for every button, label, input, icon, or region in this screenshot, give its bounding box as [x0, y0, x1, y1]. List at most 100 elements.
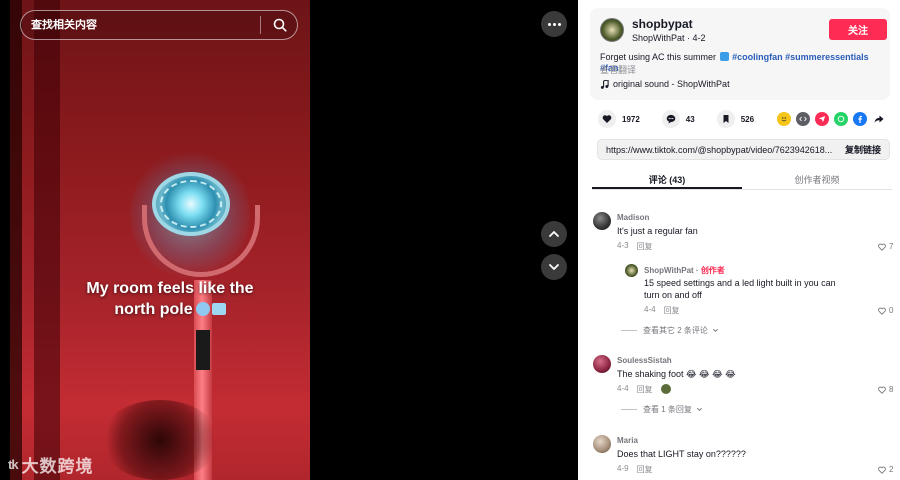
comment-text-line-1: 15 speed settings and a led light built … — [644, 278, 836, 288]
dot-icon — [547, 22, 551, 26]
video-curtain — [34, 0, 60, 480]
video-description: Forget using AC this summer #coolingfan … — [600, 52, 885, 74]
heart-outline-icon — [878, 307, 886, 315]
sound-link[interactable]: original sound - ShopWithPat — [600, 79, 730, 89]
comment-like[interactable]: 8 — [878, 385, 893, 394]
comment-button[interactable] — [661, 110, 680, 128]
description-text: Forget using AC this summer — [600, 52, 717, 62]
reply-button[interactable]: 回复 — [664, 305, 680, 316]
view-more-replies[interactable]: 查看 1 条回复 — [621, 404, 703, 415]
author-username[interactable]: shopbypat — [632, 17, 693, 31]
comment-like[interactable]: 0 — [878, 306, 893, 315]
like-action[interactable]: 1972 — [598, 110, 640, 128]
video-player[interactable]: My room feels like the north pole — [10, 0, 310, 480]
copy-link-button[interactable]: 复制链接 — [845, 143, 881, 156]
comment-text: Does that LIGHT stay on?????? — [617, 449, 746, 459]
heart-outline-icon — [878, 466, 886, 474]
tab-comments[interactable]: 评论 (43) — [592, 168, 742, 189]
comment-meta: 4-9 回复 — [617, 464, 653, 475]
comment-action[interactable]: 43 — [661, 110, 695, 128]
send-icon[interactable] — [815, 112, 829, 126]
comment-icon — [666, 114, 676, 124]
translate-link[interactable]: 查看翻译 — [600, 63, 636, 76]
bookmark-icon — [723, 115, 729, 123]
like-count: 1972 — [622, 114, 640, 124]
divider-line — [621, 330, 637, 331]
author-card: shopbypat ShopWithPat · 4-2 关注 Forget us… — [590, 8, 890, 100]
facebook-icon[interactable] — [853, 112, 867, 126]
cold-face-emoji-icon — [195, 302, 210, 316]
forward-arrow-icon[interactable] — [872, 112, 886, 126]
ice-emoji-icon — [211, 303, 226, 315]
comment-text: It's just a regular fan — [617, 226, 698, 236]
comment-date: 4-4 — [617, 384, 629, 393]
dot-icon — [557, 22, 561, 26]
previous-video-button[interactable] — [541, 221, 567, 247]
hashtag-link[interactable]: #coolingfan — [732, 52, 783, 62]
comment-meta: 4-3 回复 — [617, 241, 653, 252]
reply-button[interactable]: 回复 — [637, 241, 653, 252]
commenter-avatar[interactable] — [593, 212, 611, 230]
comment-date: 4-3 — [617, 241, 629, 250]
floor-shadow — [100, 400, 220, 480]
comment-meta: 4-4 回复 — [617, 384, 671, 395]
caption-line-2: north pole — [70, 299, 270, 320]
emoji-share-icon[interactable] — [777, 112, 791, 126]
save-action[interactable]: 526 — [716, 110, 755, 128]
reply-author[interactable]: ShopWithPat · 创作者 — [644, 265, 725, 276]
comment-like[interactable]: 2 — [878, 465, 893, 474]
view-more-replies[interactable]: 查看其它 2 条评论 — [621, 325, 719, 336]
commenter-name[interactable]: Maria — [617, 436, 638, 445]
video-url[interactable]: https://www.tiktok.com/@shopbypat/video/… — [606, 145, 837, 155]
creator-avatar[interactable] — [625, 264, 638, 277]
tab-creator-videos[interactable]: 创作者视频 — [742, 168, 892, 189]
caption-line-2-text: north pole — [114, 301, 193, 318]
search-divider — [260, 16, 261, 34]
share-icons — [777, 112, 886, 126]
reply-button[interactable]: 回复 — [637, 464, 653, 475]
heart-outline-icon — [878, 386, 886, 394]
chevron-up-icon — [549, 231, 559, 237]
fan-light-ring — [160, 180, 222, 228]
tiktok-video-page: My room feels like the north pole tk 大数跨… — [0, 0, 900, 480]
caption-line-1: My room feels like the — [86, 280, 254, 297]
heart-outline-icon — [878, 243, 886, 251]
panel-tabs: 评论 (43) 创作者视频 — [592, 168, 892, 190]
hashtag-link[interactable]: #summeressentials — [785, 52, 869, 62]
heart-icon — [602, 115, 612, 123]
comment-reply-item: ShopWithPat · 创作者 15 speed settings and … — [625, 264, 895, 334]
chevron-down-icon — [712, 328, 718, 333]
save-count: 526 — [740, 114, 755, 124]
commenter-avatar[interactable] — [593, 435, 611, 453]
ice-cube-emoji-icon — [719, 52, 729, 61]
author-avatar[interactable] — [600, 18, 624, 42]
more-options-button[interactable] — [541, 11, 567, 37]
save-button[interactable] — [716, 110, 735, 128]
whatsapp-icon[interactable] — [834, 112, 848, 126]
video-link-row: https://www.tiktok.com/@shopbypat/video/… — [597, 139, 890, 160]
search-button[interactable] — [269, 14, 291, 36]
commenter-name[interactable]: Madison — [617, 213, 649, 222]
commenter-avatar[interactable] — [593, 355, 611, 373]
like-button[interactable] — [598, 110, 616, 128]
author-display-date: ShopWithPat · 4-2 — [632, 33, 706, 43]
creator-liked-avatar — [660, 384, 671, 394]
comment-like[interactable]: 7 — [878, 242, 893, 251]
comment-item: Maria Does that LIGHT stay on?????? 4-9 … — [593, 435, 893, 480]
reply-button[interactable]: 回复 — [637, 384, 653, 395]
follow-button[interactable]: 关注 — [829, 19, 887, 40]
creator-badge: 创作者 — [700, 266, 725, 275]
comment-like-count: 7 — [889, 242, 894, 251]
chevron-down-icon — [549, 264, 559, 270]
divider-line — [621, 409, 637, 410]
comment-meta: 4-4 回复 — [644, 305, 680, 316]
commenter-name[interactable]: SoulessSistah — [617, 356, 672, 365]
search-input[interactable] — [31, 19, 252, 31]
video-caption: My room feels like the north pole — [70, 278, 270, 320]
search-bar[interactable] — [20, 10, 298, 40]
music-note-icon — [600, 79, 609, 89]
embed-icon[interactable] — [796, 112, 810, 126]
comment-like-count: 2 — [889, 465, 894, 474]
watermark-logo: tk — [8, 457, 19, 472]
next-video-button[interactable] — [541, 254, 567, 280]
